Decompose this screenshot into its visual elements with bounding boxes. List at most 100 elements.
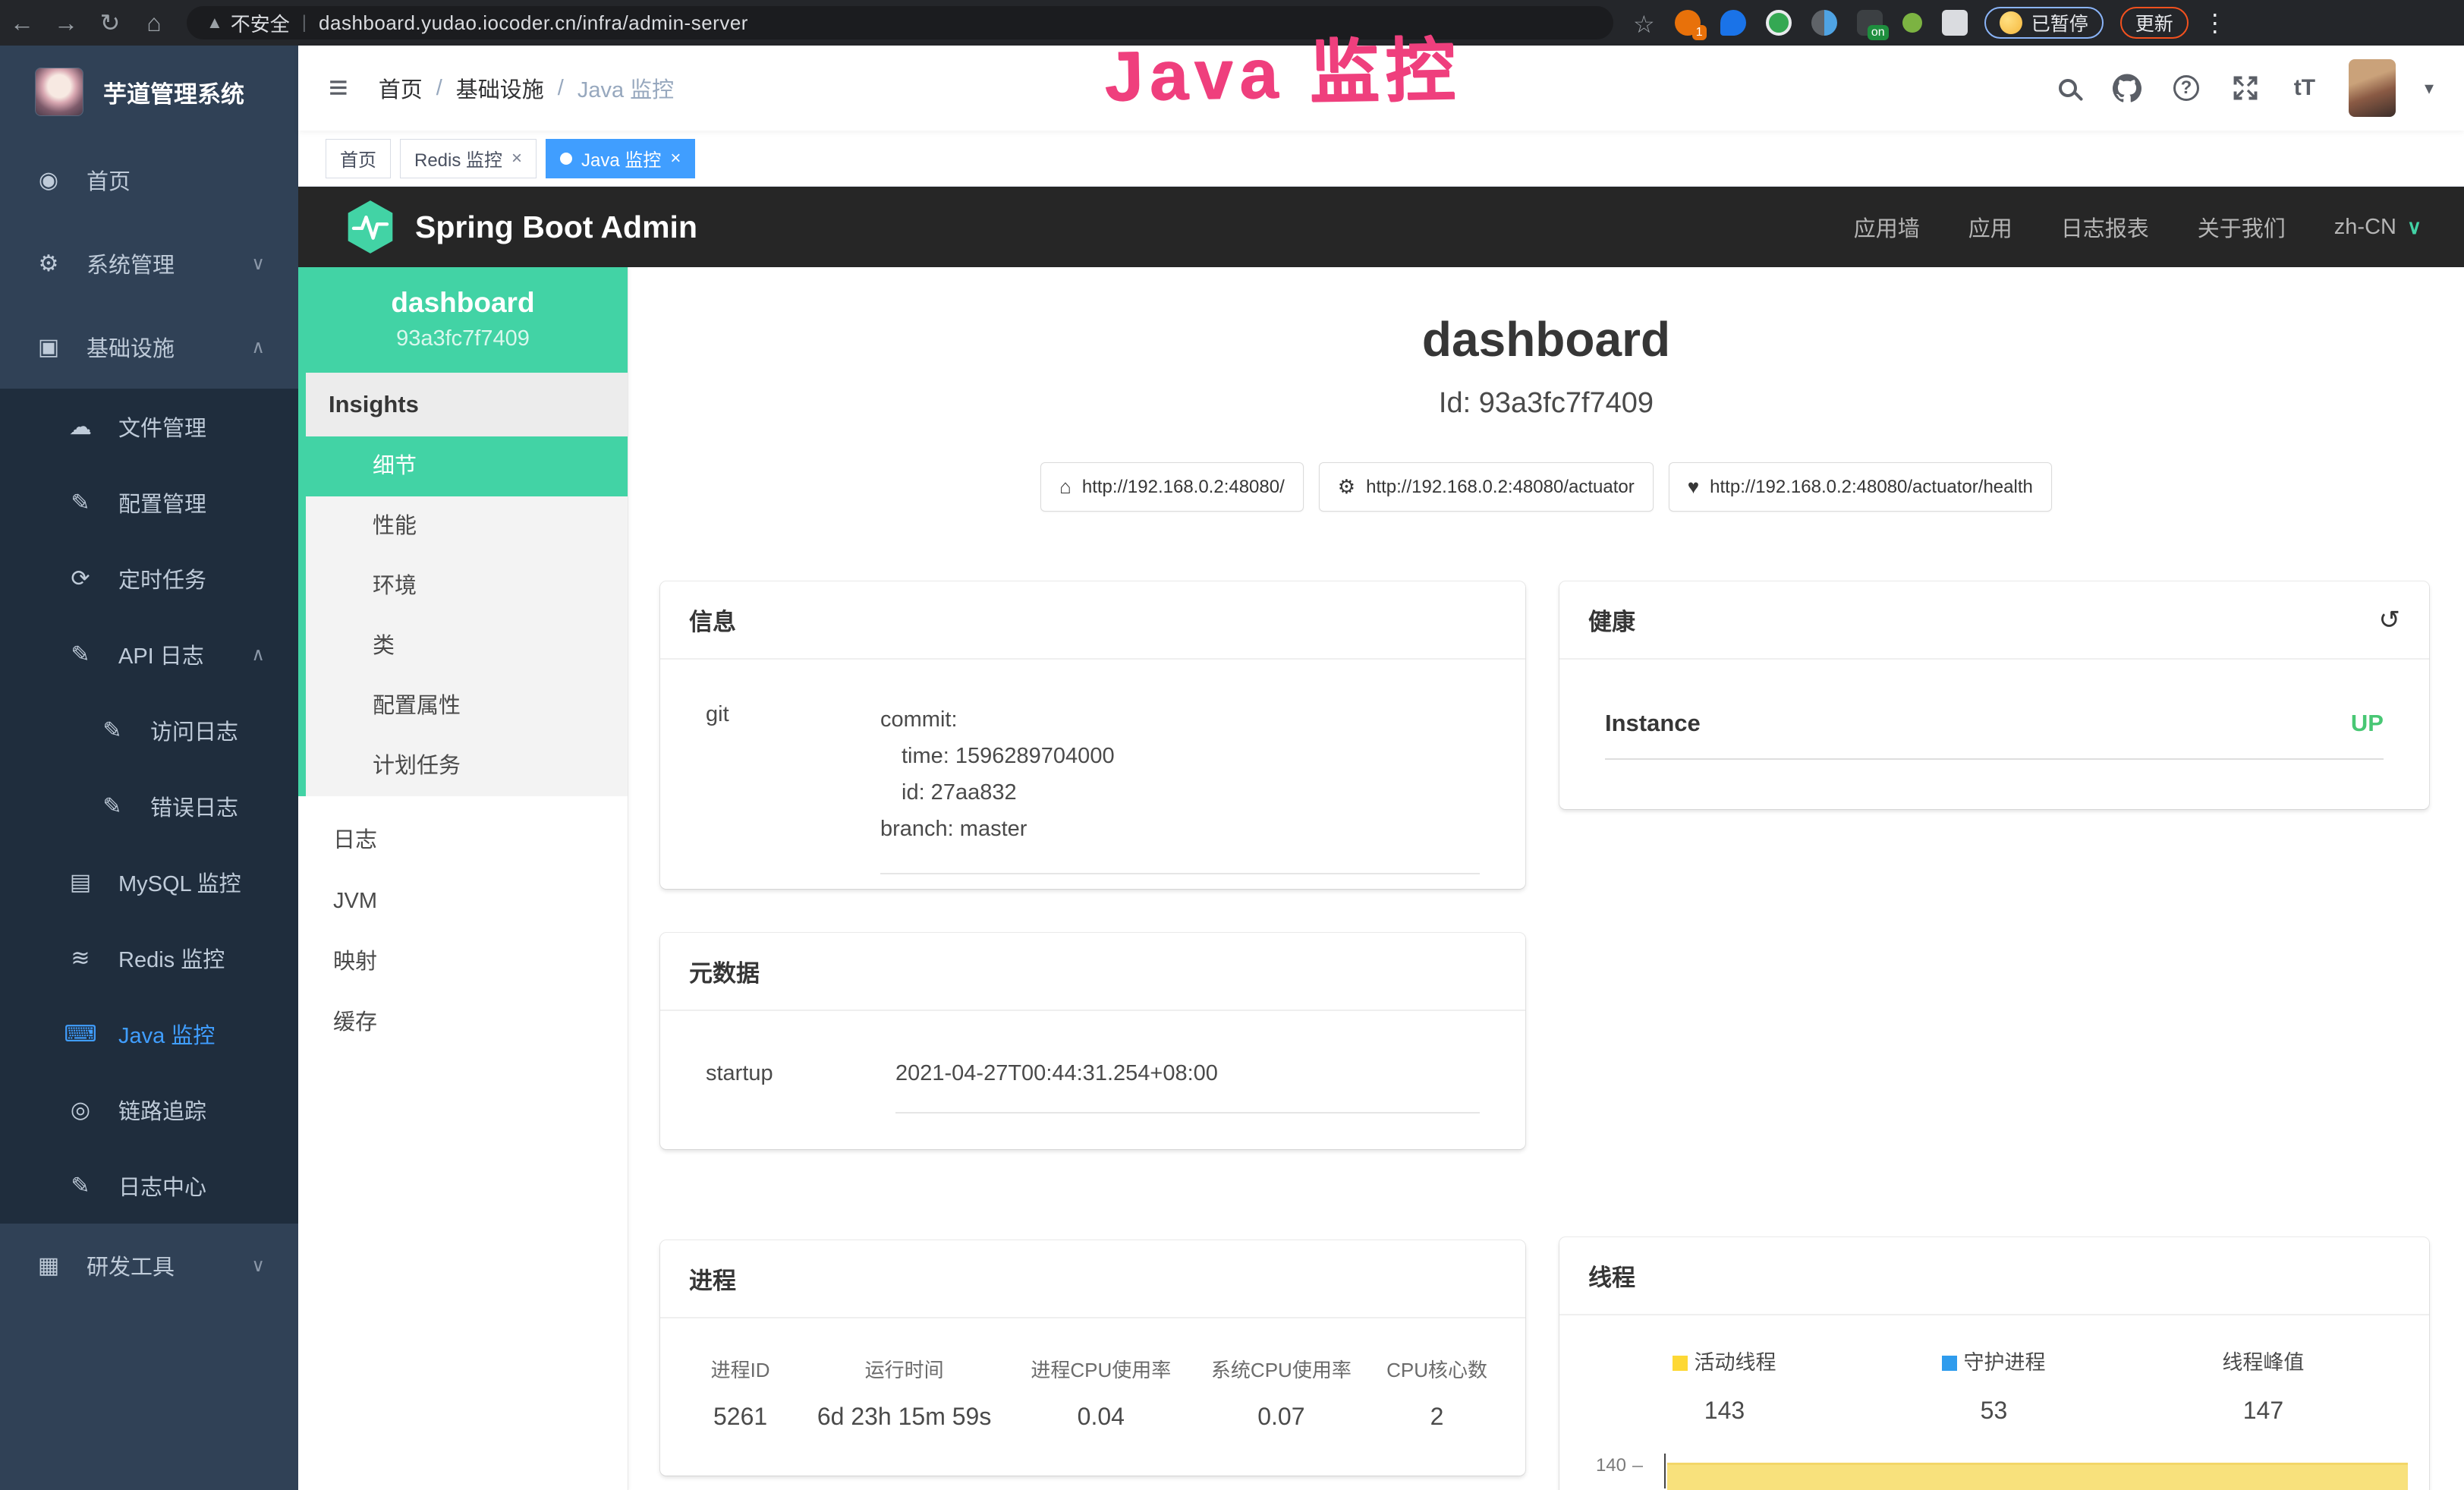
forward-icon[interactable]: → xyxy=(44,9,88,37)
sidebar-item-dev-tools[interactable]: ▦ 研发工具 ∨ xyxy=(0,1224,298,1307)
caret-down-icon[interactable]: ▾ xyxy=(2425,77,2434,99)
browser-menu-icon[interactable]: ⋮ xyxy=(2193,8,2237,37)
close-icon[interactable]: × xyxy=(670,148,681,169)
sidebar-item-label: Java 监控 xyxy=(118,1018,215,1050)
sba-nav-about[interactable]: 关于我们 xyxy=(2198,211,2286,243)
sba-nav: 应用墙 应用 日志报表 关于我们 zh-CN ∨ xyxy=(1854,211,2422,243)
service-url: http://192.168.0.2:48080/ xyxy=(1082,477,1285,498)
annotation-java-monitor: Java 监控 xyxy=(1103,14,1462,121)
legend-live-threads: 活动线程 143 xyxy=(1590,1346,1859,1425)
sidebar-item-infrastructure[interactable]: ▣ 基础设施 ∧ xyxy=(0,305,298,389)
github-icon[interactable] xyxy=(2112,73,2142,103)
sidebar-item-trace[interactable]: ◎ 链路追踪 xyxy=(0,1072,298,1148)
health-card-header: 健康 ↺ xyxy=(1559,581,2429,660)
insights-item-config-props[interactable]: 配置属性 xyxy=(306,676,628,736)
breadcrumb-infrastructure[interactable]: 基础设施 xyxy=(456,72,544,104)
sidebar-item-label: 链路追踪 xyxy=(118,1094,206,1126)
refresh-icon[interactable]: ↻ xyxy=(88,8,132,37)
sidebar-item-label: 基础设施 xyxy=(87,331,175,363)
sba-nav-journal[interactable]: 日志报表 xyxy=(2061,211,2149,243)
hamburger-icon[interactable]: ≡ xyxy=(329,69,348,107)
instance-item-caches[interactable]: 缓存 xyxy=(298,992,628,1053)
cpu-cores-value: 2 xyxy=(1371,1403,1503,1431)
process-card-header: 进程 xyxy=(660,1240,1525,1318)
extension-icon-dark[interactable]: on xyxy=(1857,10,1883,36)
sidebar-item-label: 访问日志 xyxy=(150,714,238,746)
chart-axis xyxy=(1664,1454,1666,1488)
sidebar-item-label: 配置管理 xyxy=(118,487,206,518)
sidebar-item-config-management[interactable]: ✎ 配置管理 xyxy=(0,465,298,540)
back-icon[interactable]: ← xyxy=(0,9,44,37)
page-title: dashboard xyxy=(628,311,2464,367)
extension-icon-drop[interactable] xyxy=(1720,10,1746,36)
wrench-icon: ⚙ xyxy=(1338,475,1355,499)
sidebar-item-label: 系统管理 xyxy=(87,247,175,279)
insights-item-classes[interactable]: 类 xyxy=(306,616,628,676)
instance-item-mappings[interactable]: 映射 xyxy=(298,931,628,992)
tab-redis-monitor[interactable]: Redis 监控 × xyxy=(400,139,537,178)
close-icon[interactable]: × xyxy=(511,148,522,169)
metadata-row: startup 2021-04-27T00:44:31.254+08:00 xyxy=(660,1011,1525,1114)
instance-menu: 日志 JVM 映射 缓存 xyxy=(298,796,628,1053)
tab-java-monitor[interactable]: Java 监控 × xyxy=(546,139,695,178)
sidebar-item-scheduled-tasks[interactable]: ⟳ 定时任务 xyxy=(0,540,298,616)
help-icon[interactable]: ? xyxy=(2171,73,2201,103)
bookmark-star-icon[interactable]: ☆ xyxy=(1633,10,1655,36)
sidebar-item-redis-monitor[interactable]: ≋ Redis 监控 xyxy=(0,920,298,996)
history-icon[interactable]: ↺ xyxy=(2379,605,2401,635)
actuator-url-button[interactable]: ⚙ http://192.168.0.2:48080/actuator xyxy=(1319,462,1654,512)
divider xyxy=(880,873,1480,874)
sidebar-item-file-management[interactable]: ☁ 文件管理 xyxy=(0,389,298,465)
instance-item-jvm[interactable]: JVM xyxy=(298,871,628,931)
system-cpu-value: 0.07 xyxy=(1191,1403,1372,1431)
paused-profile-chip[interactable]: 已暂停 xyxy=(1984,7,2104,39)
insights-item-environment[interactable]: 环境 xyxy=(306,556,628,616)
instance-item-logs[interactable]: 日志 xyxy=(298,810,628,871)
sidebar-item-system-management[interactable]: ⚙ 系统管理 ∨ xyxy=(0,222,298,305)
tab-home[interactable]: 首页 xyxy=(326,139,391,178)
health-url: http://192.168.0.2:48080/actuator/health xyxy=(1710,477,2033,498)
sidebar-item-log-center[interactable]: ✎ 日志中心 xyxy=(0,1148,298,1224)
insights-item-metrics[interactable]: 性能 xyxy=(306,496,628,556)
insights-item-details[interactable]: 细节 xyxy=(306,436,628,496)
extension-icon-orange[interactable]: 1 xyxy=(1675,10,1701,36)
service-url-button[interactable]: ⌂ http://192.168.0.2:48080/ xyxy=(1040,462,1304,512)
sidebar-item-java-monitor[interactable]: ⌨ Java 监控 xyxy=(0,996,298,1072)
health-url-button[interactable]: ♥ http://192.168.0.2:48080/actuator/heal… xyxy=(1669,462,2052,512)
sba-nav-applications[interactable]: 应用 xyxy=(1968,211,2012,243)
sba-nav-applications-wall[interactable]: 应用墙 xyxy=(1854,211,1920,243)
insights-item-scheduled-tasks[interactable]: 计划任务 xyxy=(306,736,628,796)
gear-icon: ⚙ xyxy=(32,250,65,277)
sba-brand[interactable]: Spring Boot Admin xyxy=(345,199,697,255)
search-icon[interactable] xyxy=(2053,73,2083,103)
sidebar-item-access-logs[interactable]: ✎ 访问日志 xyxy=(0,692,298,768)
sidebar-item-label: Redis 监控 xyxy=(118,942,225,974)
extension-icon-blue-grey[interactable] xyxy=(1811,10,1837,36)
extension-icon-small-green[interactable] xyxy=(1902,13,1922,33)
security-warning-icon[interactable]: ▲ xyxy=(206,13,223,33)
sidebar-item-error-logs[interactable]: ✎ 错误日志 xyxy=(0,768,298,844)
sidebar-item-mysql-monitor[interactable]: ▤ MySQL 监控 xyxy=(0,844,298,920)
fullscreen-icon[interactable] xyxy=(2230,73,2261,103)
app-title: 芋道管理系统 xyxy=(103,75,244,109)
extensions-row: ☆ 1 on xyxy=(1633,10,1968,36)
sidebar-item-api-logs[interactable]: ✎ API 日志 ∧ xyxy=(0,616,298,692)
chevron-up-icon: ∧ xyxy=(251,644,265,666)
app-logo-row[interactable]: 芋道管理系统 xyxy=(0,46,298,138)
instance-header[interactable]: dashboard 93a3fc7f7409 xyxy=(298,267,628,373)
github-glyph xyxy=(2113,74,2141,102)
home-icon: ⌂ xyxy=(1059,475,1072,499)
update-button[interactable]: 更新 xyxy=(2120,7,2189,39)
breadcrumb-home[interactable]: 首页 xyxy=(379,72,423,104)
font-size-icon[interactable]: tT xyxy=(2289,73,2320,103)
url-separator: | xyxy=(302,12,307,33)
sidebar-item-home[interactable]: ◉ 首页 xyxy=(0,138,298,222)
user-avatar[interactable] xyxy=(2349,59,2396,117)
home-icon[interactable]: ⌂ xyxy=(132,9,176,37)
tags-view-bar: 首页 Redis 监控 × Java 监控 × xyxy=(298,131,2464,187)
extension-icon-green-v[interactable] xyxy=(1766,10,1792,36)
app-logo-image xyxy=(35,68,83,116)
sba-locale-select[interactable]: zh-CN ∨ xyxy=(2334,215,2422,240)
extension-puzzle-icon[interactable] xyxy=(1942,10,1968,36)
startup-timestamp: 2021-04-27T00:44:31.254+08:00 xyxy=(895,1061,1218,1085)
